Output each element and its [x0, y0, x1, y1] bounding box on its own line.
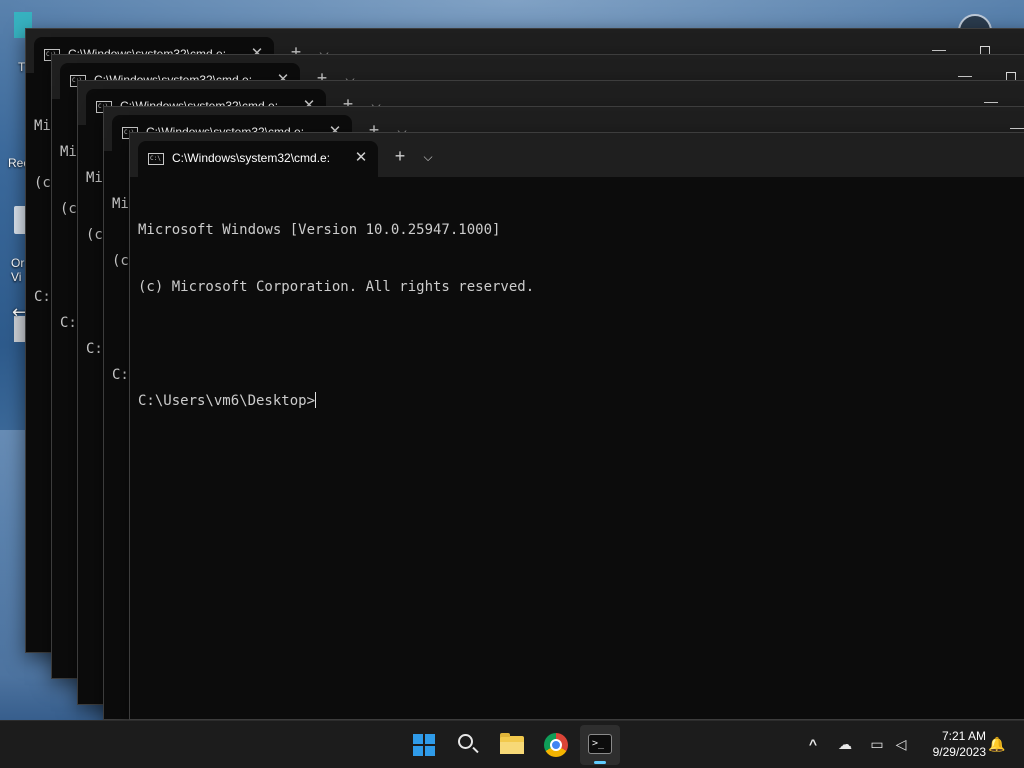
search-button[interactable] [448, 725, 488, 765]
chrome-button[interactable] [536, 725, 576, 765]
title-bar[interactable]: C:\ C:\Windows\system32\cmd.e: ✕ + ⌵ [130, 133, 1024, 177]
desktop-icon-label: Vi [11, 270, 22, 284]
new-tab-button[interactable]: + [388, 145, 412, 169]
terminal-taskbar-button[interactable]: >_ [580, 725, 620, 765]
volume-muted-icon[interactable]: ◁ [890, 733, 912, 755]
taskbar: >_ ^ ☁ ▭ ◁ 7:21 AM 9/29/2023 🔔 [0, 720, 1024, 768]
active-app-indicator [594, 761, 606, 764]
chrome-icon [544, 733, 568, 757]
output-line: Microsoft Windows [Version 10.0.25947.10… [138, 222, 501, 238]
prompt-line[interactable]: C:\Users\vm6\Desktop> [138, 392, 1024, 411]
notification-bell-icon[interactable]: 🔔 [986, 733, 1008, 755]
desktop-icon-label: Or [11, 256, 25, 270]
tray-overflow-chevron-icon[interactable]: ^ [802, 733, 824, 755]
chevron-down-icon[interactable]: ⌵ [416, 145, 440, 169]
network-icon[interactable]: ▭ [866, 733, 888, 755]
prompt-text: C:\Users\vm6\Desktop> [138, 393, 316, 409]
terminal-window-active[interactable]: C:\ C:\Windows\system32\cmd.e: ✕ + ⌵ Mic… [129, 132, 1024, 720]
file-explorer-button[interactable] [492, 725, 532, 765]
clock[interactable]: 7:21 AM 9/29/2023 [916, 728, 986, 760]
clock-date: 9/29/2023 [932, 745, 986, 759]
windows-logo-icon [413, 734, 435, 756]
tab-title: C:\Windows\system32\cmd.e: [172, 151, 331, 165]
search-icon [458, 734, 473, 749]
clock-time: 7:21 AM [941, 729, 986, 743]
text-cursor [315, 392, 317, 408]
onedrive-icon[interactable]: ☁ [834, 733, 856, 755]
start-button[interactable] [404, 725, 444, 765]
terminal-tab[interactable]: C:\ C:\Windows\system32\cmd.e: ✕ [138, 141, 378, 177]
terminal-icon: >_ [588, 734, 612, 754]
folder-icon [500, 733, 524, 754]
cmd-icon: C:\ [148, 153, 164, 165]
output-line: (c) Microsoft Corporation. All rights re… [138, 279, 535, 295]
terminal-output[interactable]: Microsoft Windows [Version 10.0.25947.10… [138, 183, 1024, 719]
close-tab-button[interactable]: ✕ [350, 147, 372, 169]
